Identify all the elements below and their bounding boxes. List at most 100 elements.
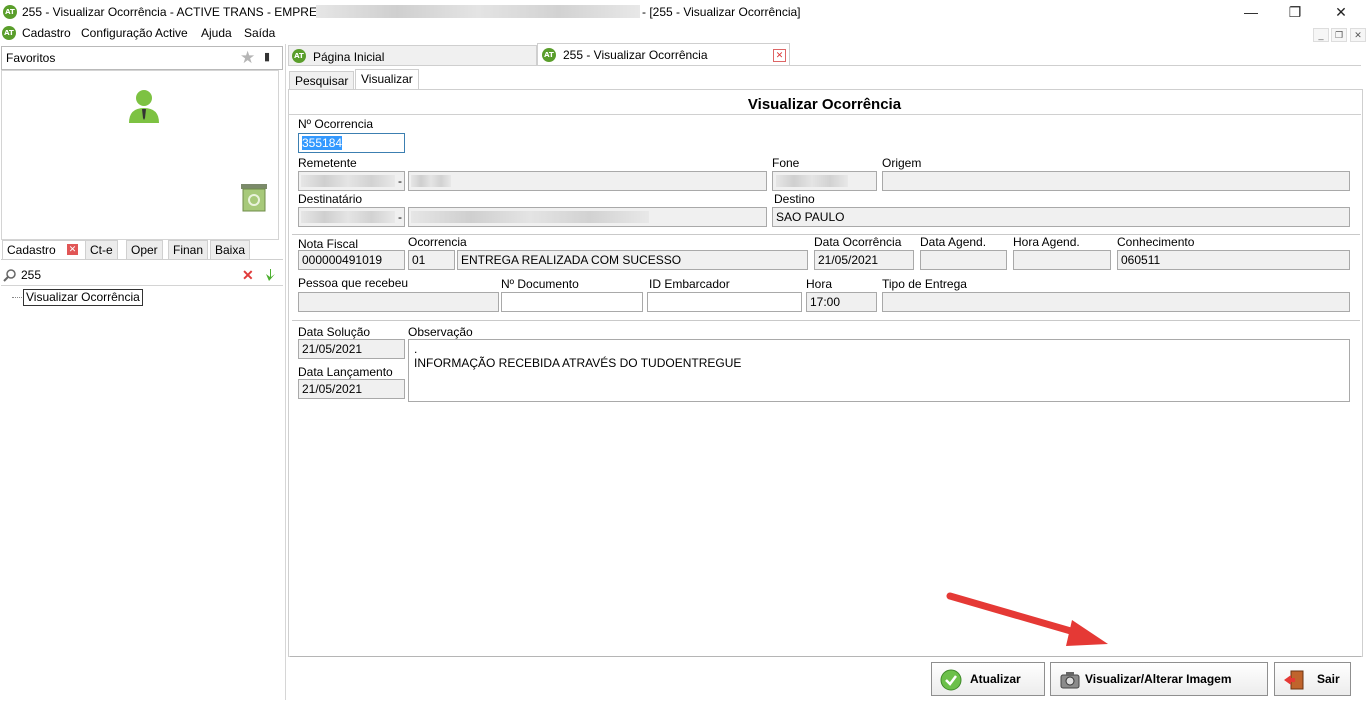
observacao-textarea[interactable]: . INFORMAÇÃO RECEBIDA ATRAVÉS DO TUDOENT…: [408, 339, 1350, 402]
remetente-cnpj-field[interactable]: -: [298, 171, 405, 191]
remetente-dash: -: [398, 174, 402, 188]
tree-item-visualizar-ocorrencia[interactable]: Visualizar Ocorrência: [23, 289, 143, 306]
check-icon: [940, 669, 962, 691]
n-documento-field[interactable]: [501, 292, 643, 312]
id-embarcador-label: ID Embarcador: [649, 277, 730, 291]
remetente-label: Remetente: [298, 156, 357, 170]
go-arrow-icon[interactable]: [262, 268, 276, 282]
user-icon[interactable]: [127, 88, 161, 124]
data-solucao-label: Data Solução: [298, 325, 371, 339]
restore-icon[interactable]: ❐: [1280, 2, 1310, 22]
data-solucao-field[interactable]: 21/05/2021: [298, 339, 405, 359]
tab-visualizar-ocorrencia[interactable]: AT 255 - Visualizar Ocorrência ✕: [537, 43, 790, 66]
tab-visualizar[interactable]: Visualizar: [355, 69, 419, 90]
destinatario-dash: -: [398, 210, 402, 224]
close-icon[interactable]: ✕: [1326, 2, 1356, 22]
mdi-restore-icon[interactable]: ❐: [1331, 28, 1347, 42]
tab-pagina-inicial[interactable]: AT Página Inicial: [288, 45, 537, 66]
menu-saida[interactable]: Saída: [244, 26, 275, 40]
hora-field[interactable]: 17:00: [806, 292, 877, 312]
close-tab-icon[interactable]: ✕: [67, 244, 78, 255]
menu-configuracao[interactable]: Configuração Active: [81, 26, 188, 40]
origem-label: Origem: [882, 156, 922, 170]
observacao-line-2: INFORMAÇÃO RECEBIDA ATRAVÉS DO TUDOENTRE…: [414, 356, 742, 370]
search-input[interactable]: 255: [21, 268, 41, 282]
remetente-name-field[interactable]: [408, 171, 767, 191]
tipo-entrega-label: Tipo de Entrega: [882, 277, 967, 291]
destinatario-label: Destinatário: [298, 192, 363, 206]
redacted: [411, 175, 451, 187]
fone-label: Fone: [772, 156, 800, 170]
clear-search-icon[interactable]: ✕: [242, 267, 254, 284]
visualizar-imagem-button[interactable]: Visualizar/Alterar Imagem: [1050, 662, 1268, 696]
menu-search-bar: 255 ✕: [1, 265, 283, 286]
tab-visualizar-ocorrencia-label: 255 - Visualizar Ocorrência: [563, 48, 708, 62]
nota-fiscal-field[interactable]: 000000491019: [298, 250, 405, 270]
data-agend-label: Data Agend.: [920, 235, 987, 249]
observacao-line-1: .: [414, 342, 418, 356]
hora-label: Hora: [806, 277, 833, 291]
menu-ajuda[interactable]: Ajuda: [201, 26, 232, 40]
hora-agend-field[interactable]: [1013, 250, 1111, 270]
n-ocorrencia-value: 355184: [302, 136, 343, 150]
origem-field[interactable]: [882, 171, 1350, 191]
destinatario-cnpj-field[interactable]: -: [298, 207, 405, 227]
tab-oper[interactable]: Oper: [126, 240, 163, 259]
sair-button[interactable]: Sair: [1274, 662, 1351, 696]
nota-fiscal-label: Nota Fiscal: [298, 237, 359, 251]
tipo-entrega-field[interactable]: [882, 292, 1350, 312]
camera-icon: [1060, 672, 1080, 689]
data-lancamento-field[interactable]: 21/05/2021: [298, 379, 405, 399]
tab-finan[interactable]: Finan: [168, 240, 209, 259]
ocorrencia-desc-field[interactable]: ENTREGA REALIZADA COM SUCESSO: [457, 250, 808, 270]
recycle-bin-icon[interactable]: [238, 181, 270, 213]
redacted: [411, 211, 649, 223]
pessoa-label: Pessoa que recebeu: [298, 276, 409, 290]
redacted: [776, 175, 848, 187]
ocorrencia-code-field[interactable]: 01: [408, 250, 455, 270]
n-ocorrencia-field[interactable]: 355184: [298, 133, 405, 153]
ocorrencia-label: Ocorrencia: [408, 235, 467, 249]
mdi-close-icon[interactable]: ✕: [1350, 28, 1366, 42]
id-embarcador-field[interactable]: [647, 292, 802, 312]
close-doc-tab-icon[interactable]: ✕: [773, 49, 786, 62]
pessoa-field[interactable]: [298, 292, 499, 312]
app-logo-icon: AT: [3, 5, 17, 19]
favorites-area: [1, 70, 279, 240]
menu-cadastro[interactable]: Cadastro: [22, 26, 71, 40]
window-title-suffix: - [255 - Visualizar Ocorrência]: [642, 5, 801, 19]
atualizar-label: Atualizar: [970, 672, 1021, 686]
destino-field[interactable]: SAO PAULO: [772, 207, 1350, 227]
window-title: 255 - Visualizar Ocorrência - ACTIVE TRA…: [22, 5, 337, 19]
mdi-minimize-icon[interactable]: _: [1313, 28, 1329, 42]
redacted-company: [316, 5, 640, 18]
star-icon[interactable]: ★: [240, 48, 255, 68]
tab-pesquisar[interactable]: Pesquisar: [289, 71, 355, 90]
favorites-bar: Favoritos ★ ▮: [1, 46, 283, 70]
tab-cadastro[interactable]: Cadastro ✕: [2, 240, 92, 259]
destino-label: Destino: [774, 192, 815, 206]
exit-door-icon: [1284, 670, 1304, 690]
data-agend-field[interactable]: [920, 250, 1007, 270]
tab-logo-icon: AT: [542, 48, 556, 62]
title-bar: AT 255 - Visualizar Ocorrência - ACTIVE …: [0, 0, 1366, 24]
minimize-icon[interactable]: —: [1236, 2, 1266, 22]
page-title: Visualizar Ocorrência: [747, 96, 902, 113]
menu-logo-icon: AT: [2, 26, 16, 40]
atualizar-button[interactable]: Atualizar: [931, 662, 1045, 696]
fone-field[interactable]: [772, 171, 877, 191]
pin-icon[interactable]: ▮: [264, 50, 270, 63]
search-icon: [3, 269, 16, 282]
favorites-label: Favoritos: [6, 51, 56, 65]
sair-label: Sair: [1317, 672, 1340, 686]
conhecimento-field[interactable]: 060511: [1117, 250, 1350, 270]
tab-cte[interactable]: Ct-e: [85, 240, 118, 259]
destinatario-name-field[interactable]: [408, 207, 767, 227]
tab-pagina-inicial-label: Página Inicial: [313, 50, 385, 64]
data-ocorrencia-field[interactable]: 21/05/2021: [814, 250, 914, 270]
tab-baixa[interactable]: Baixa: [210, 240, 251, 259]
annotation-arrow-icon: [946, 592, 1108, 646]
observacao-label: Observação: [408, 325, 473, 339]
n-documento-label: Nº Documento: [501, 277, 579, 291]
hora-agend-label: Hora Agend.: [1013, 235, 1080, 249]
